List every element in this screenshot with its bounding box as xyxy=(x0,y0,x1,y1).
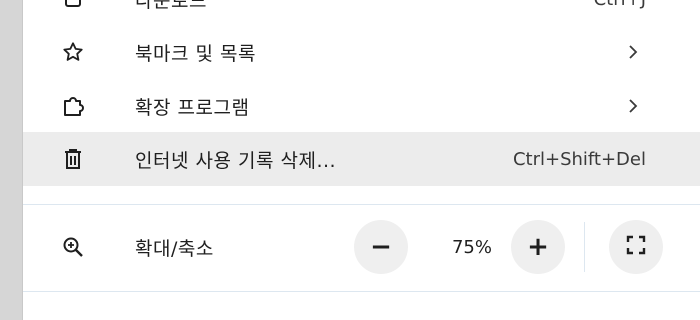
puzzle-icon xyxy=(61,94,85,118)
chevron-right-icon xyxy=(623,42,643,62)
zoom-out-button[interactable]: − xyxy=(354,220,408,274)
menu-divider xyxy=(23,291,700,292)
zoom-label: 확대/축소 xyxy=(135,237,214,260)
fullscreen-icon xyxy=(626,235,646,259)
menu-item-downloads[interactable]: 다운로드 Ctrl+J xyxy=(23,0,700,24)
menu-item-label: 인터넷 사용 기록 삭제... xyxy=(135,149,337,172)
star-icon xyxy=(61,40,85,64)
menu-item-zoom: 확대/축소 − 75% + xyxy=(23,205,700,289)
menu-item-label: 확장 프로그램 xyxy=(135,96,250,119)
zoom-separator xyxy=(584,222,585,272)
menu-item-shortcut: Ctrl+J xyxy=(594,0,646,10)
zoom-value: 75% xyxy=(451,236,492,258)
zoom-in-icon xyxy=(61,235,85,259)
menu-item-extensions[interactable]: 확장 프로그램 xyxy=(23,81,700,131)
zoom-in-button[interactable]: + xyxy=(511,220,565,274)
trash-icon xyxy=(61,147,85,171)
fullscreen-button[interactable] xyxy=(609,220,663,274)
menu-item-shortcut: Ctrl+Shift+Del xyxy=(512,148,646,170)
menu-item-clear-history[interactable]: 인터넷 사용 기록 삭제... Ctrl+Shift+Del xyxy=(23,132,700,186)
menu-item-bookmarks[interactable]: 북마크 및 목록 xyxy=(23,27,700,77)
browser-menu: 다운로드 Ctrl+J 북마크 및 목록 확장 프로그램 인터넷 사용 기록 삭… xyxy=(22,0,700,320)
menu-item-label: 다운로드 xyxy=(135,0,207,12)
minus-icon: − xyxy=(370,232,392,262)
plus-icon: + xyxy=(527,232,549,262)
chevron-right-icon xyxy=(623,96,643,116)
download-icon xyxy=(61,0,85,11)
menu-item-label: 북마크 및 목록 xyxy=(135,42,256,65)
